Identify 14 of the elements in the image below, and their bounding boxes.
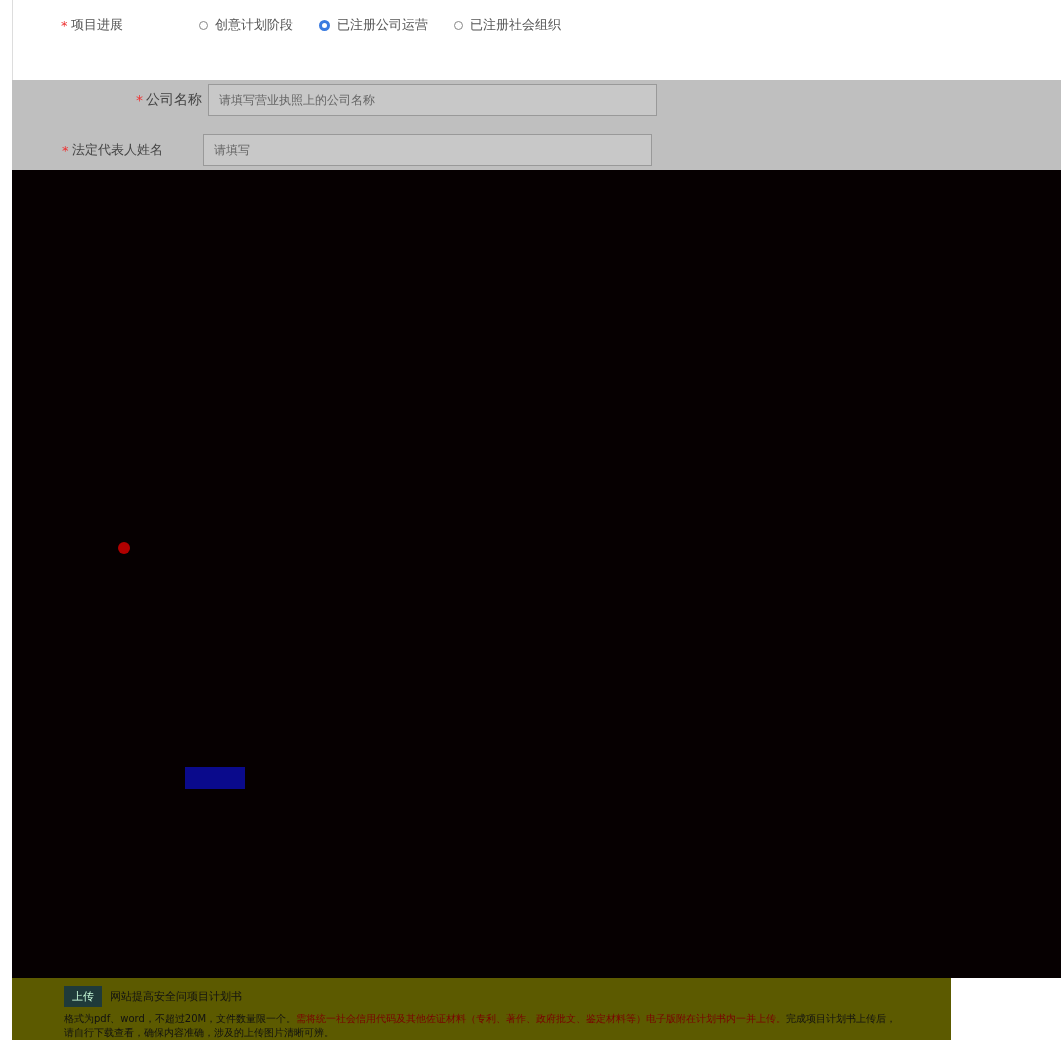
field-label: 项目进展 bbox=[70, 16, 123, 34]
field-label: 公司名称 bbox=[146, 91, 202, 109]
file-name: 网站提高安全问项目计划书 bbox=[110, 989, 242, 1004]
upload-button[interactable]: 上传 bbox=[64, 986, 102, 1007]
radio-option[interactable]: 已注册公司运营 bbox=[319, 16, 428, 34]
input-field[interactable]: 请填写营业执照上的公司名称 bbox=[208, 84, 657, 116]
radio-option[interactable]: 已注册社会组织 bbox=[454, 16, 561, 34]
radio-option[interactable]: 创意计划阶段 bbox=[199, 16, 293, 34]
field-label: 法定代表人姓名 bbox=[71, 141, 163, 159]
error-icon bbox=[118, 542, 130, 554]
required-mark: * bbox=[62, 142, 69, 158]
input-field[interactable]: 请填写 bbox=[203, 134, 652, 166]
required-mark: * bbox=[61, 17, 68, 33]
required-mark: * bbox=[136, 92, 143, 108]
